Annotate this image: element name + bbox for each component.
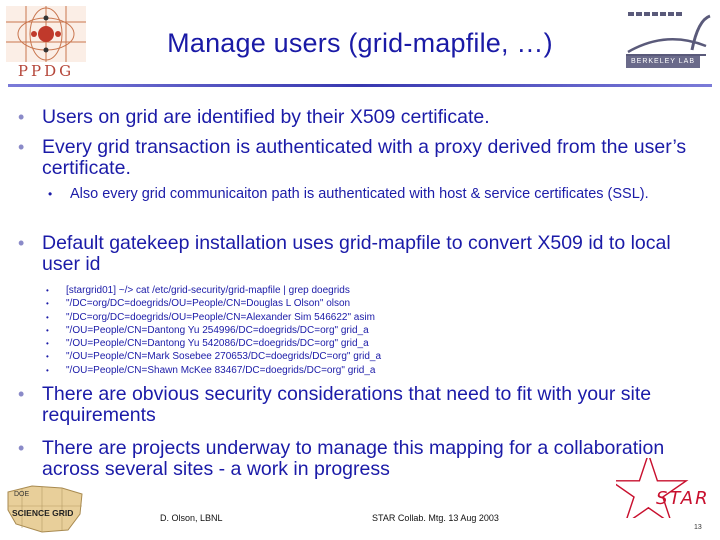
bullet-dot-icon: •: [18, 438, 25, 458]
footer-event: STAR Collab. Mtg. 13 Aug 2003: [372, 513, 499, 523]
bullet-dot-icon: •: [46, 325, 49, 335]
bullet-2-text: Every grid transaction is authenticated …: [42, 136, 687, 179]
code-line-text: "/DC=org/DC=doegrids/OU=People/CN=Dougla…: [66, 298, 351, 310]
bullet-dot-icon: •: [46, 286, 49, 295]
code-line-text: "/OU=People/CN=Shawn McKee 83467/DC=doeg…: [66, 364, 376, 376]
slide-title: Manage users (grid-mapfile, …): [167, 28, 553, 58]
code-line-text: "/DC=org/DC=doegrids/OU=People/CN=Alexan…: [66, 311, 375, 323]
code-line-text: "/OU=People/CN=Dantong Yu 542086/DC=doeg…: [66, 338, 369, 350]
bullet-dot-icon: •: [48, 187, 53, 201]
bullet-dot-icon: •: [46, 365, 49, 375]
bullet-5-text: There are projects underway to manage th…: [42, 437, 665, 480]
bullet-dot-icon: •: [46, 312, 49, 322]
bullet-4-text: There are obvious security consideration…: [42, 383, 652, 426]
bullet-dot-icon: •: [18, 137, 25, 157]
page-number: 13: [694, 524, 702, 531]
science-grid-logo-text: SCIENCE GRID: [12, 508, 73, 518]
slide: PPDG BERKELEY LAB Manage users (grid-map…: [0, 0, 720, 540]
code-line-text: [stargrid01] ~/> cat /etc/grid-security/…: [66, 285, 350, 296]
bullet-dot-icon: •: [46, 352, 49, 362]
title-divider: [8, 84, 712, 87]
sub-bullet-text: Also every grid communicaiton path is au…: [70, 186, 649, 202]
science-grid-logo: DOE SCIENCE GRID: [7, 485, 83, 533]
star-logo: STAR: [616, 458, 710, 518]
bullet-dot-icon: •: [46, 299, 49, 309]
bullet-3-text: Default gatekeep installation uses grid-…: [42, 232, 671, 275]
bullet-1-text: Users on grid are identified by their X5…: [42, 106, 490, 128]
code-line-text: "/OU=People/CN=Mark Sosebee 270653/DC=do…: [66, 351, 382, 363]
bullet-dot-icon: •: [18, 233, 25, 253]
bullet-dot-icon: •: [18, 107, 25, 127]
bullet-dot-icon: •: [18, 384, 25, 404]
bullet-dot-icon: •: [46, 339, 49, 349]
ppdg-logo-text: PPDG: [17, 62, 75, 80]
footer-author: D. Olson, LBNL: [160, 513, 223, 523]
code-line-text: "/OU=People/CN=Dantong Yu 254996/DC=doeg…: [66, 324, 369, 336]
doe-logo-text: DOE: [14, 491, 30, 498]
star-logo-text: STAR: [656, 488, 710, 509]
